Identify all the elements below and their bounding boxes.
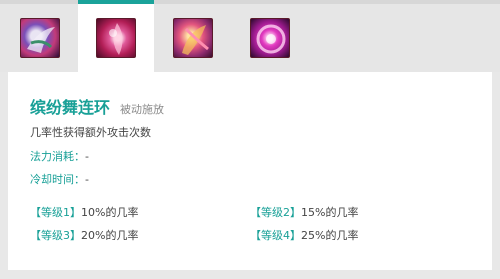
tab-skill-4[interactable] xyxy=(232,4,308,72)
level-item: 【等级4】25%的几率 xyxy=(250,227,358,243)
skill-4-icon xyxy=(250,18,290,58)
tab-skill-3[interactable] xyxy=(155,4,231,72)
tab-skill-2[interactable] xyxy=(78,0,154,72)
cooldown: 冷却时间：- xyxy=(30,171,89,187)
level-text: 25%的几率 xyxy=(301,229,359,242)
mana-cost: 法力消耗：- xyxy=(30,148,89,164)
skill-tabs xyxy=(0,0,500,72)
skill-2-icon xyxy=(96,18,136,58)
skill-description: 几率性获得额外攻击次数 xyxy=(30,126,151,139)
skill-header: 缤纷舞连环 被动施放 xyxy=(30,94,164,118)
skill-name: 缤纷舞连环 xyxy=(30,98,111,117)
level-item: 【等级2】15%的几率 xyxy=(250,204,358,220)
mana-cost-label: 法力消耗： xyxy=(30,150,85,163)
tab-skill-1[interactable] xyxy=(2,4,78,72)
skill-detail-panel: 缤纷舞连环 被动施放 几率性获得额外攻击次数 法力消耗：- 冷却时间：- 【等级… xyxy=(8,72,492,270)
cooldown-label: 冷却时间： xyxy=(30,173,85,186)
level-text: 15%的几率 xyxy=(301,206,359,219)
skill-type: 被动施放 xyxy=(120,103,165,116)
level-text: 10%的几率 xyxy=(81,206,139,219)
skill-1-icon xyxy=(20,18,60,58)
cooldown-value: - xyxy=(85,173,89,186)
level-item: 【等级1】10%的几率 xyxy=(30,204,138,220)
level-tag: 【等级3】 xyxy=(30,229,81,242)
level-tag: 【等级1】 xyxy=(30,206,81,219)
skill-3-icon xyxy=(173,18,213,58)
level-tag: 【等级2】 xyxy=(250,206,301,219)
level-text: 20%的几率 xyxy=(81,229,139,242)
level-item: 【等级3】20%的几率 xyxy=(30,227,138,243)
level-tag: 【等级4】 xyxy=(250,229,301,242)
mana-cost-value: - xyxy=(85,150,89,163)
